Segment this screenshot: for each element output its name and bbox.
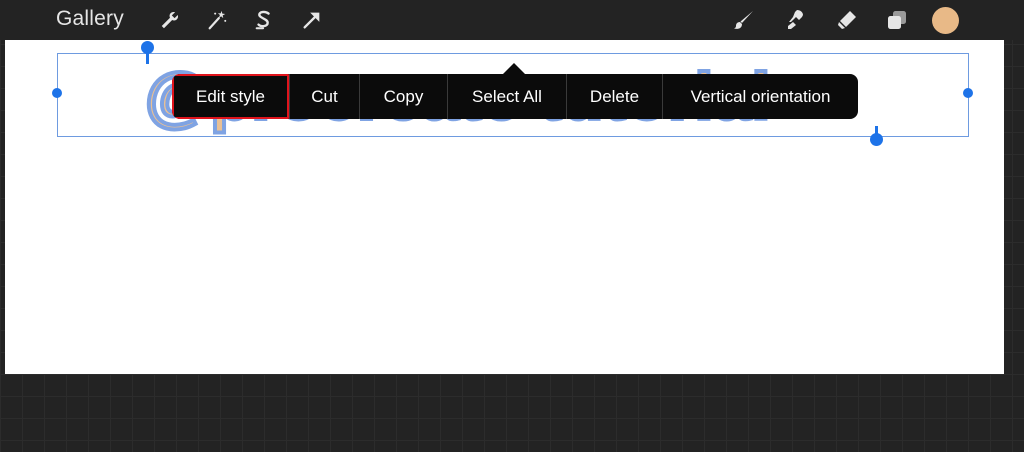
- gallery-button[interactable]: Gallery: [56, 7, 124, 31]
- layers-icon[interactable]: [883, 6, 911, 34]
- edit-style-menu-item[interactable]: Edit style: [172, 74, 289, 119]
- context-menu-pointer: [503, 63, 525, 74]
- smudge-icon[interactable]: [782, 6, 810, 34]
- eraser-icon[interactable]: [833, 6, 861, 34]
- left-resize-handle[interactable]: [52, 88, 62, 98]
- vertical-orientation-menu-item[interactable]: Vertical orientation: [662, 74, 858, 119]
- wrench-icon[interactable]: [156, 6, 184, 34]
- selection-s-icon[interactable]: [250, 6, 278, 34]
- delete-menu-item[interactable]: Delete: [566, 74, 662, 119]
- bottom-rotation-handle[interactable]: [870, 133, 883, 146]
- copy-menu-item[interactable]: Copy: [359, 74, 447, 119]
- color-swatch[interactable]: [932, 7, 959, 34]
- top-toolbar: Gallery: [0, 0, 1024, 40]
- select-all-menu-item[interactable]: Select All: [447, 74, 566, 119]
- transform-arrow-icon[interactable]: [298, 6, 326, 34]
- magic-wand-icon[interactable]: [203, 6, 231, 34]
- right-resize-handle[interactable]: [963, 88, 973, 98]
- top-rotation-handle[interactable]: [141, 41, 154, 54]
- brush-icon[interactable]: [730, 6, 758, 34]
- cut-menu-item[interactable]: Cut: [289, 74, 359, 119]
- context-menu: Edit style Cut Copy Select All Delete Ve…: [172, 74, 858, 119]
